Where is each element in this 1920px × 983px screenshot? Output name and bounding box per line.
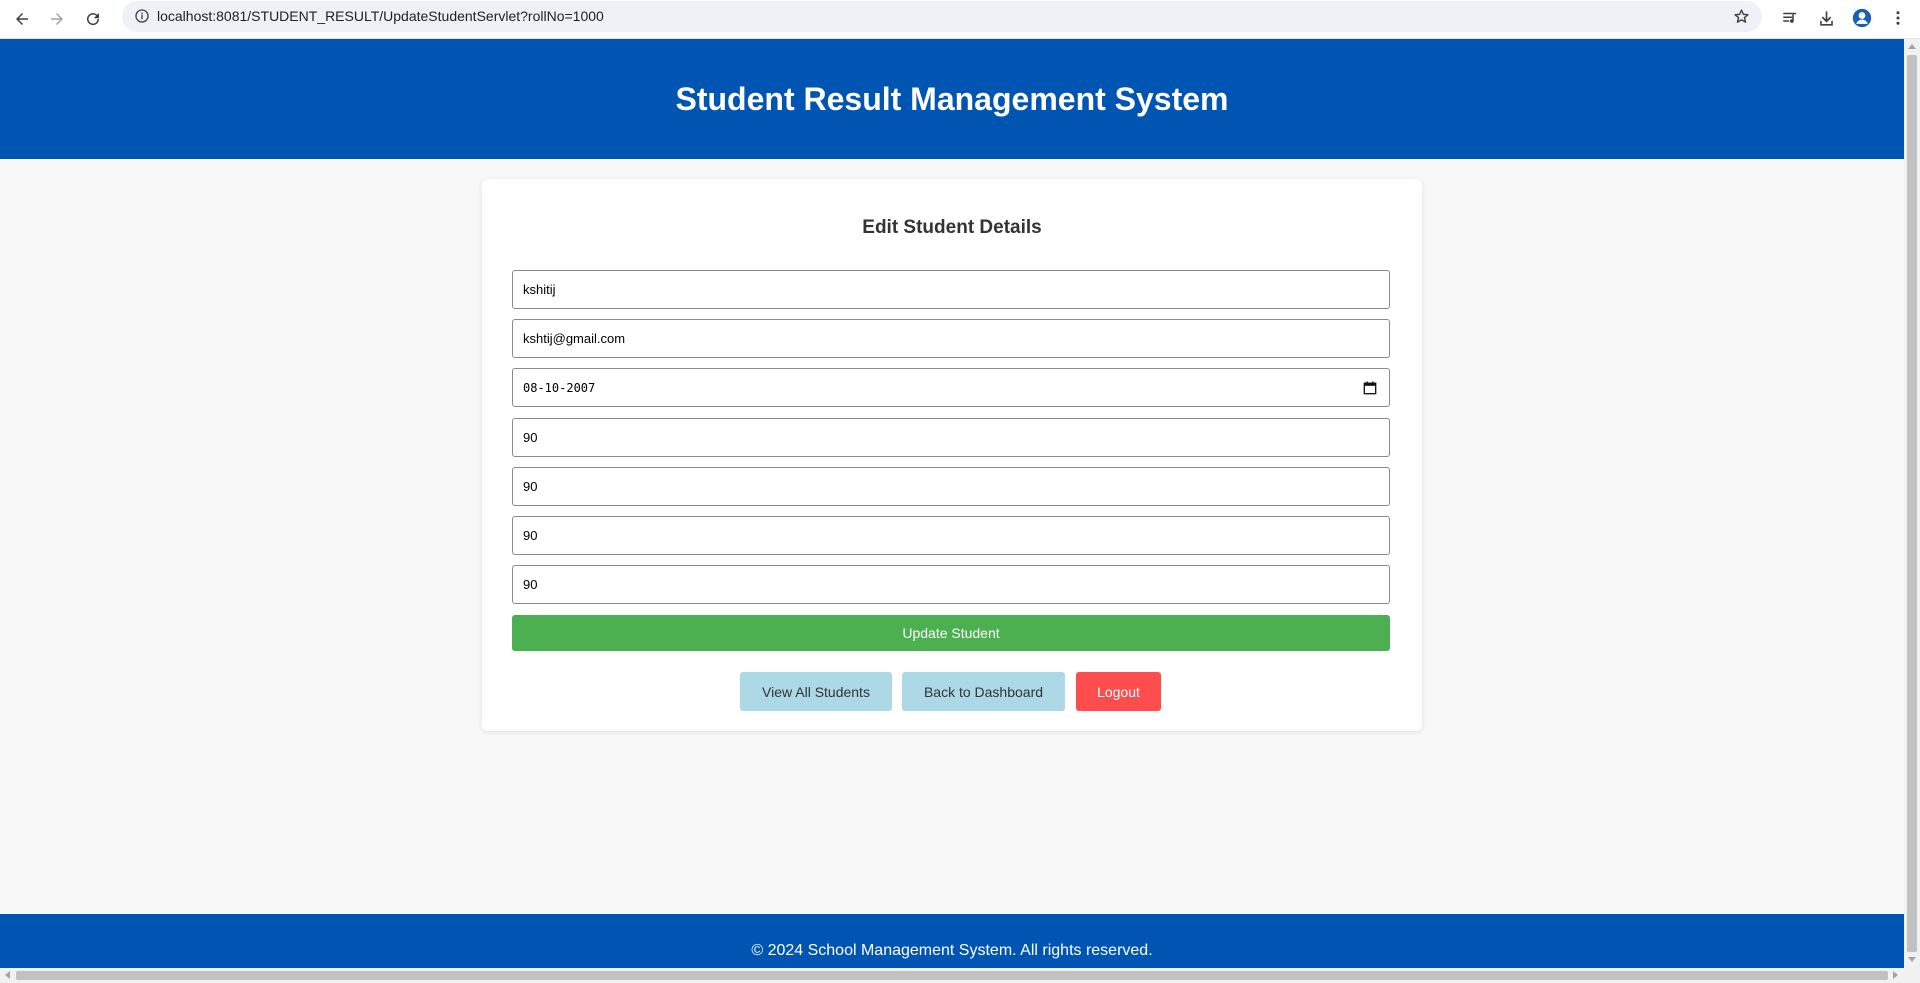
site-info-icon[interactable] <box>134 8 150 24</box>
scroll-up-icon[interactable] <box>1908 44 1916 49</box>
marks-field-4-value: 90 <box>523 577 538 592</box>
marks-field-4[interactable]: 90 <box>512 565 1390 604</box>
marks-field-2[interactable]: 90 <box>512 467 1390 506</box>
vertical-scroll-thumb[interactable] <box>1907 55 1917 952</box>
calendar-icon[interactable] <box>1363 381 1377 395</box>
marks-field-1-value: 90 <box>523 430 538 445</box>
horizontal-scroll-thumb[interactable] <box>16 971 1888 980</box>
browser-toolbar: localhost:8081/STUDENT_RESULT/UpdateStud… <box>0 0 1920 39</box>
name-field[interactable]: kshitij <box>512 270 1390 309</box>
dob-field-value: 08-10-2007 <box>523 380 596 395</box>
kebab-menu-icon[interactable] <box>1887 7 1909 29</box>
scroll-left-icon[interactable] <box>5 971 10 979</box>
marks-field-3-value: 90 <box>523 528 538 543</box>
back-arrow-icon[interactable] <box>7 4 37 34</box>
view-all-students-button[interactable]: View All Students <box>740 672 892 711</box>
update-student-button[interactable]: Update Student <box>512 615 1390 651</box>
marks-field-1[interactable]: 90 <box>512 418 1390 457</box>
forward-arrow-icon[interactable] <box>42 4 72 34</box>
profile-avatar-icon[interactable] <box>1851 7 1873 29</box>
footer-copyright: © 2024 School Management System. All rig… <box>751 942 1153 959</box>
marks-field-3[interactable]: 90 <box>512 516 1390 555</box>
site-footer: © 2024 School Management System. All rig… <box>0 914 1904 968</box>
page-title: Student Result Management System <box>675 80 1229 117</box>
email-field-value: kshtij@gmail.com <box>523 331 626 346</box>
horizontal-scrollbar[interactable] <box>0 968 1920 983</box>
edit-student-card: Edit Student Details kshitij kshtij@gmai… <box>482 179 1422 731</box>
form-heading: Edit Student Details <box>862 217 1042 238</box>
site-header: Student Result Management System <box>0 39 1904 159</box>
back-to-dashboard-button[interactable]: Back to Dashboard <box>902 672 1065 711</box>
media-controls-icon[interactable] <box>1779 7 1801 29</box>
bookmark-star-icon[interactable] <box>1733 8 1750 25</box>
marks-field-2-value: 90 <box>523 479 538 494</box>
reload-icon[interactable] <box>78 4 108 34</box>
email-field[interactable]: kshtij@gmail.com <box>512 319 1390 358</box>
name-field-value: kshitij <box>523 282 556 297</box>
vertical-scrollbar[interactable] <box>1904 39 1920 968</box>
scroll-right-icon[interactable] <box>1893 971 1898 979</box>
dob-date-field[interactable]: 08-10-2007 <box>512 368 1390 407</box>
downloads-icon[interactable] <box>1815 7 1837 29</box>
url-text: localhost:8081/STUDENT_RESULT/UpdateStud… <box>157 8 604 24</box>
logout-button[interactable]: Logout <box>1076 672 1161 711</box>
address-bar[interactable]: localhost:8081/STUDENT_RESULT/UpdateStud… <box>122 1 1762 32</box>
scroll-down-icon[interactable] <box>1908 957 1916 962</box>
